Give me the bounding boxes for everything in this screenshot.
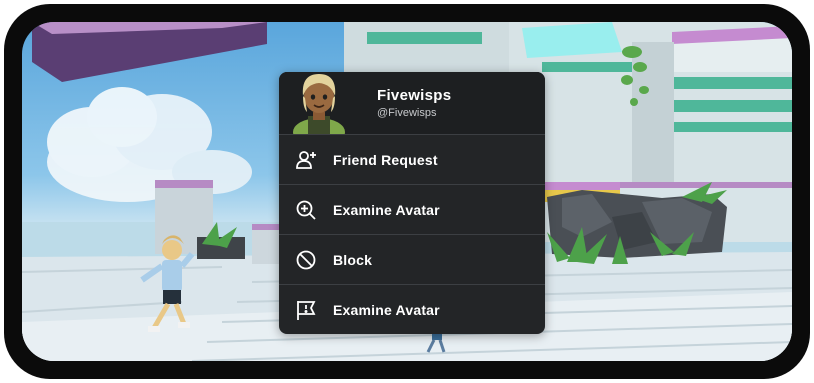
player-display-name: Fivewisps [377,87,452,104]
report-button[interactable]: Examine Avatar [279,285,545,334]
friend-request-label: Friend Request [333,151,438,168]
player-username: @Fivewisps [377,107,437,119]
player-header: Fivewisps @Fivewisps [279,72,545,135]
cloud [47,87,252,202]
game-viewport[interactable]: Fivewisps @Fivewisps Friend Request Exam… [22,22,792,361]
add-friend-icon [293,147,319,173]
examine-avatar-button[interactable]: Examine Avatar [279,185,545,235]
zoom-in-icon [293,197,319,223]
block-button[interactable]: Block [279,235,545,285]
examine-avatar-label: Examine Avatar [333,201,440,218]
player-context-menu: Fivewisps @Fivewisps Friend Request Exam… [279,72,545,334]
device-frame: Fivewisps @Fivewisps Friend Request Exam… [4,4,810,379]
player-avatar[interactable] [291,72,347,134]
report-flag-icon [293,297,319,323]
floating-block [32,22,267,82]
friend-request-button[interactable]: Friend Request [279,135,545,185]
block-label: Block [333,251,373,268]
player-names: Fivewisps @Fivewisps [377,87,451,119]
report-label: Examine Avatar [333,301,440,318]
block-icon [293,247,319,273]
